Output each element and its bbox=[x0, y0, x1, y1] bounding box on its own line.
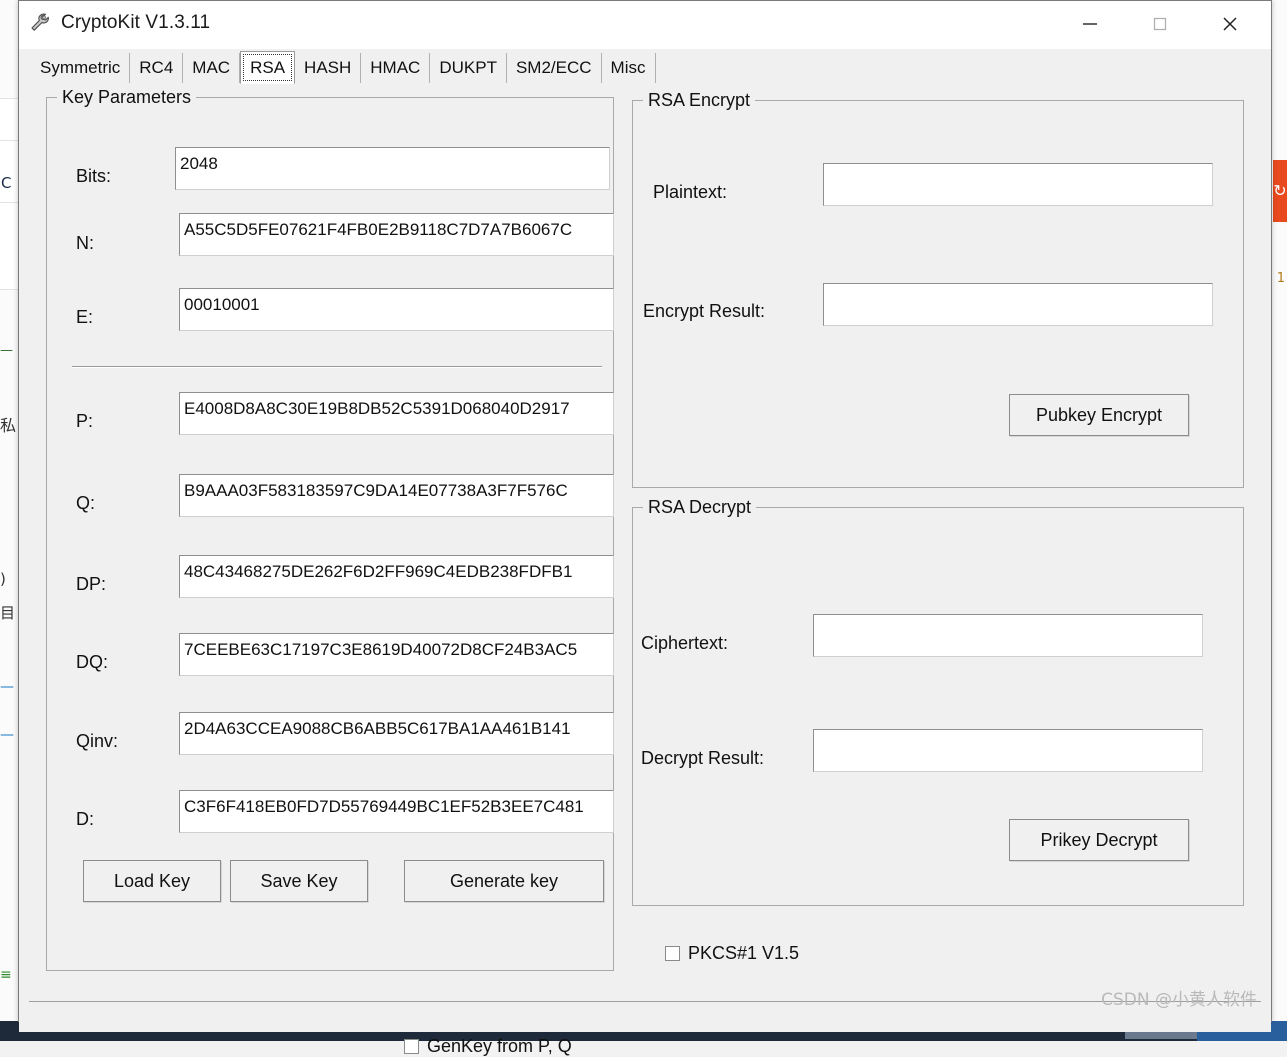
label-n: N: bbox=[76, 233, 94, 254]
label-plaintext: Plaintext: bbox=[653, 182, 727, 203]
ciphertext-input[interactable] bbox=[813, 614, 1203, 657]
key-parameters-title: Key Parameters bbox=[57, 87, 196, 108]
tab-mac[interactable]: MAC bbox=[183, 53, 240, 83]
background-glyph: — bbox=[0, 728, 14, 742]
background-glyph: 私 bbox=[0, 418, 16, 434]
watermark: CSDN @小黄人软件 bbox=[1101, 985, 1257, 1010]
field-bits[interactable]: 2048 bbox=[175, 147, 610, 190]
background-strip bbox=[0, 140, 18, 204]
background-strip bbox=[0, 98, 18, 142]
tab-rc4[interactable]: RC4 bbox=[130, 53, 183, 83]
tab-content-rsa: Key Parameters Bits: 2048 N: A55C5D5FE07… bbox=[19, 87, 1271, 1032]
title-bar[interactable]: CryptoKit V1.3.11 bbox=[19, 1, 1271, 49]
label-dp: DP: bbox=[76, 574, 106, 595]
load-key-button[interactable]: Load Key bbox=[83, 860, 221, 902]
checkbox-box[interactable] bbox=[665, 946, 680, 961]
save-key-button[interactable]: Save Key bbox=[230, 860, 368, 902]
tab-dukpt[interactable]: DUKPT bbox=[430, 53, 507, 83]
field-n[interactable]: A55C5D5FE07621F4FB0E2B9118C7D7A7B6067C bbox=[179, 213, 614, 256]
plaintext-input[interactable] bbox=[823, 163, 1213, 206]
minimize-icon[interactable] bbox=[1061, 1, 1119, 47]
background-strip bbox=[0, 202, 18, 290]
rsa-encrypt-group: RSA Encrypt Plaintext: Encrypt Result: P… bbox=[632, 100, 1244, 488]
section-divider bbox=[72, 366, 602, 368]
focus-ring bbox=[243, 54, 292, 81]
pubkey-encrypt-button[interactable]: Pubkey Encrypt bbox=[1009, 394, 1189, 436]
key-parameters-group: Key Parameters Bits: 2048 N: A55C5D5FE07… bbox=[46, 97, 614, 971]
label-d: D: bbox=[76, 809, 94, 830]
background-glyph: ≡ bbox=[0, 968, 12, 982]
background-glyph: 目 bbox=[0, 606, 15, 621]
checkbox-box[interactable] bbox=[404, 1039, 419, 1054]
background-red-panel: ↻ bbox=[1273, 160, 1287, 222]
encrypt-result-field[interactable] bbox=[823, 283, 1213, 326]
window-title: CryptoKit V1.3.11 bbox=[61, 12, 210, 34]
label-qinv: Qinv: bbox=[76, 731, 118, 752]
tab-hmac[interactable]: HMAC bbox=[361, 53, 430, 83]
tab-hash[interactable]: HASH bbox=[295, 53, 361, 83]
pkcs1-v15-checkbox[interactable]: PKCS#1 V1.5 bbox=[665, 943, 799, 964]
field-q[interactable]: B9AAA03F583183597C9DA14E07738A3F7F576C bbox=[179, 474, 614, 517]
rsa-decrypt-group: RSA Decrypt Ciphertext: Decrypt Result: … bbox=[632, 507, 1244, 906]
label-ciphertext: Ciphertext: bbox=[641, 633, 728, 654]
label-encrypt-result: Encrypt Result: bbox=[643, 301, 765, 322]
rsa-decrypt-title: RSA Decrypt bbox=[643, 497, 756, 518]
checkbox-label: PKCS#1 V1.5 bbox=[688, 943, 799, 964]
rsa-encrypt-title: RSA Encrypt bbox=[643, 90, 755, 111]
label-bits: Bits: bbox=[76, 166, 111, 187]
status-divider bbox=[29, 1001, 1261, 1002]
field-d[interactable]: C3F6F418EB0FD7D55769449BC1EF52B3EE7C481 bbox=[179, 790, 614, 833]
genkey-from-pq-checkbox[interactable]: GenKey from P, Q bbox=[404, 1036, 572, 1057]
field-dq[interactable]: 7CEEBE63C17197C3E8619D40072D8CF24B3AC5 bbox=[179, 633, 614, 676]
background-glyph: C bbox=[1, 176, 11, 191]
tab-strip[interactable]: SymmetricRC4MACRSAHASHHMACDUKPTSM2/ECCMi… bbox=[19, 49, 1271, 87]
label-q: Q: bbox=[76, 493, 95, 514]
decrypt-result-field[interactable] bbox=[813, 729, 1203, 772]
wrench-key-icon bbox=[29, 11, 53, 35]
background-glyph: — bbox=[0, 344, 13, 357]
tab-symmetric[interactable]: Symmetric bbox=[31, 53, 130, 83]
field-dp[interactable]: 48C43468275DE262F6D2FF969C4EDB238FDFB1 bbox=[179, 555, 614, 598]
tab-misc[interactable]: Misc bbox=[602, 53, 656, 83]
tab-rsa[interactable]: RSA bbox=[240, 51, 295, 84]
background-glyph: — bbox=[0, 680, 14, 694]
checkbox-label: GenKey from P, Q bbox=[427, 1036, 572, 1057]
label-decrypt-result: Decrypt Result: bbox=[641, 748, 764, 769]
close-icon[interactable] bbox=[1201, 1, 1259, 47]
background-glyph: ) bbox=[0, 572, 6, 587]
label-p: P: bbox=[76, 411, 93, 432]
label-e: E: bbox=[76, 307, 93, 328]
field-e[interactable]: 00010001 bbox=[179, 288, 614, 331]
generate-key-button[interactable]: Generate key bbox=[404, 860, 604, 902]
application-window: CryptoKit V1.3.11 SymmetricRC4MACRSAHASH… bbox=[18, 0, 1272, 1022]
background-glyph: 1 bbox=[1277, 272, 1285, 285]
maximize-icon[interactable] bbox=[1131, 1, 1189, 47]
prikey-decrypt-button[interactable]: Prikey Decrypt bbox=[1009, 819, 1189, 861]
field-qinv[interactable]: 2D4A63CCEA9088CB6ABB5C617BA1AA461B141 bbox=[179, 712, 614, 755]
tab-sm2ecc[interactable]: SM2/ECC bbox=[507, 53, 602, 83]
label-dq: DQ: bbox=[76, 652, 108, 673]
field-p[interactable]: E4008D8A8C30E19B8DB52C5391D068040D2917 bbox=[179, 392, 614, 435]
